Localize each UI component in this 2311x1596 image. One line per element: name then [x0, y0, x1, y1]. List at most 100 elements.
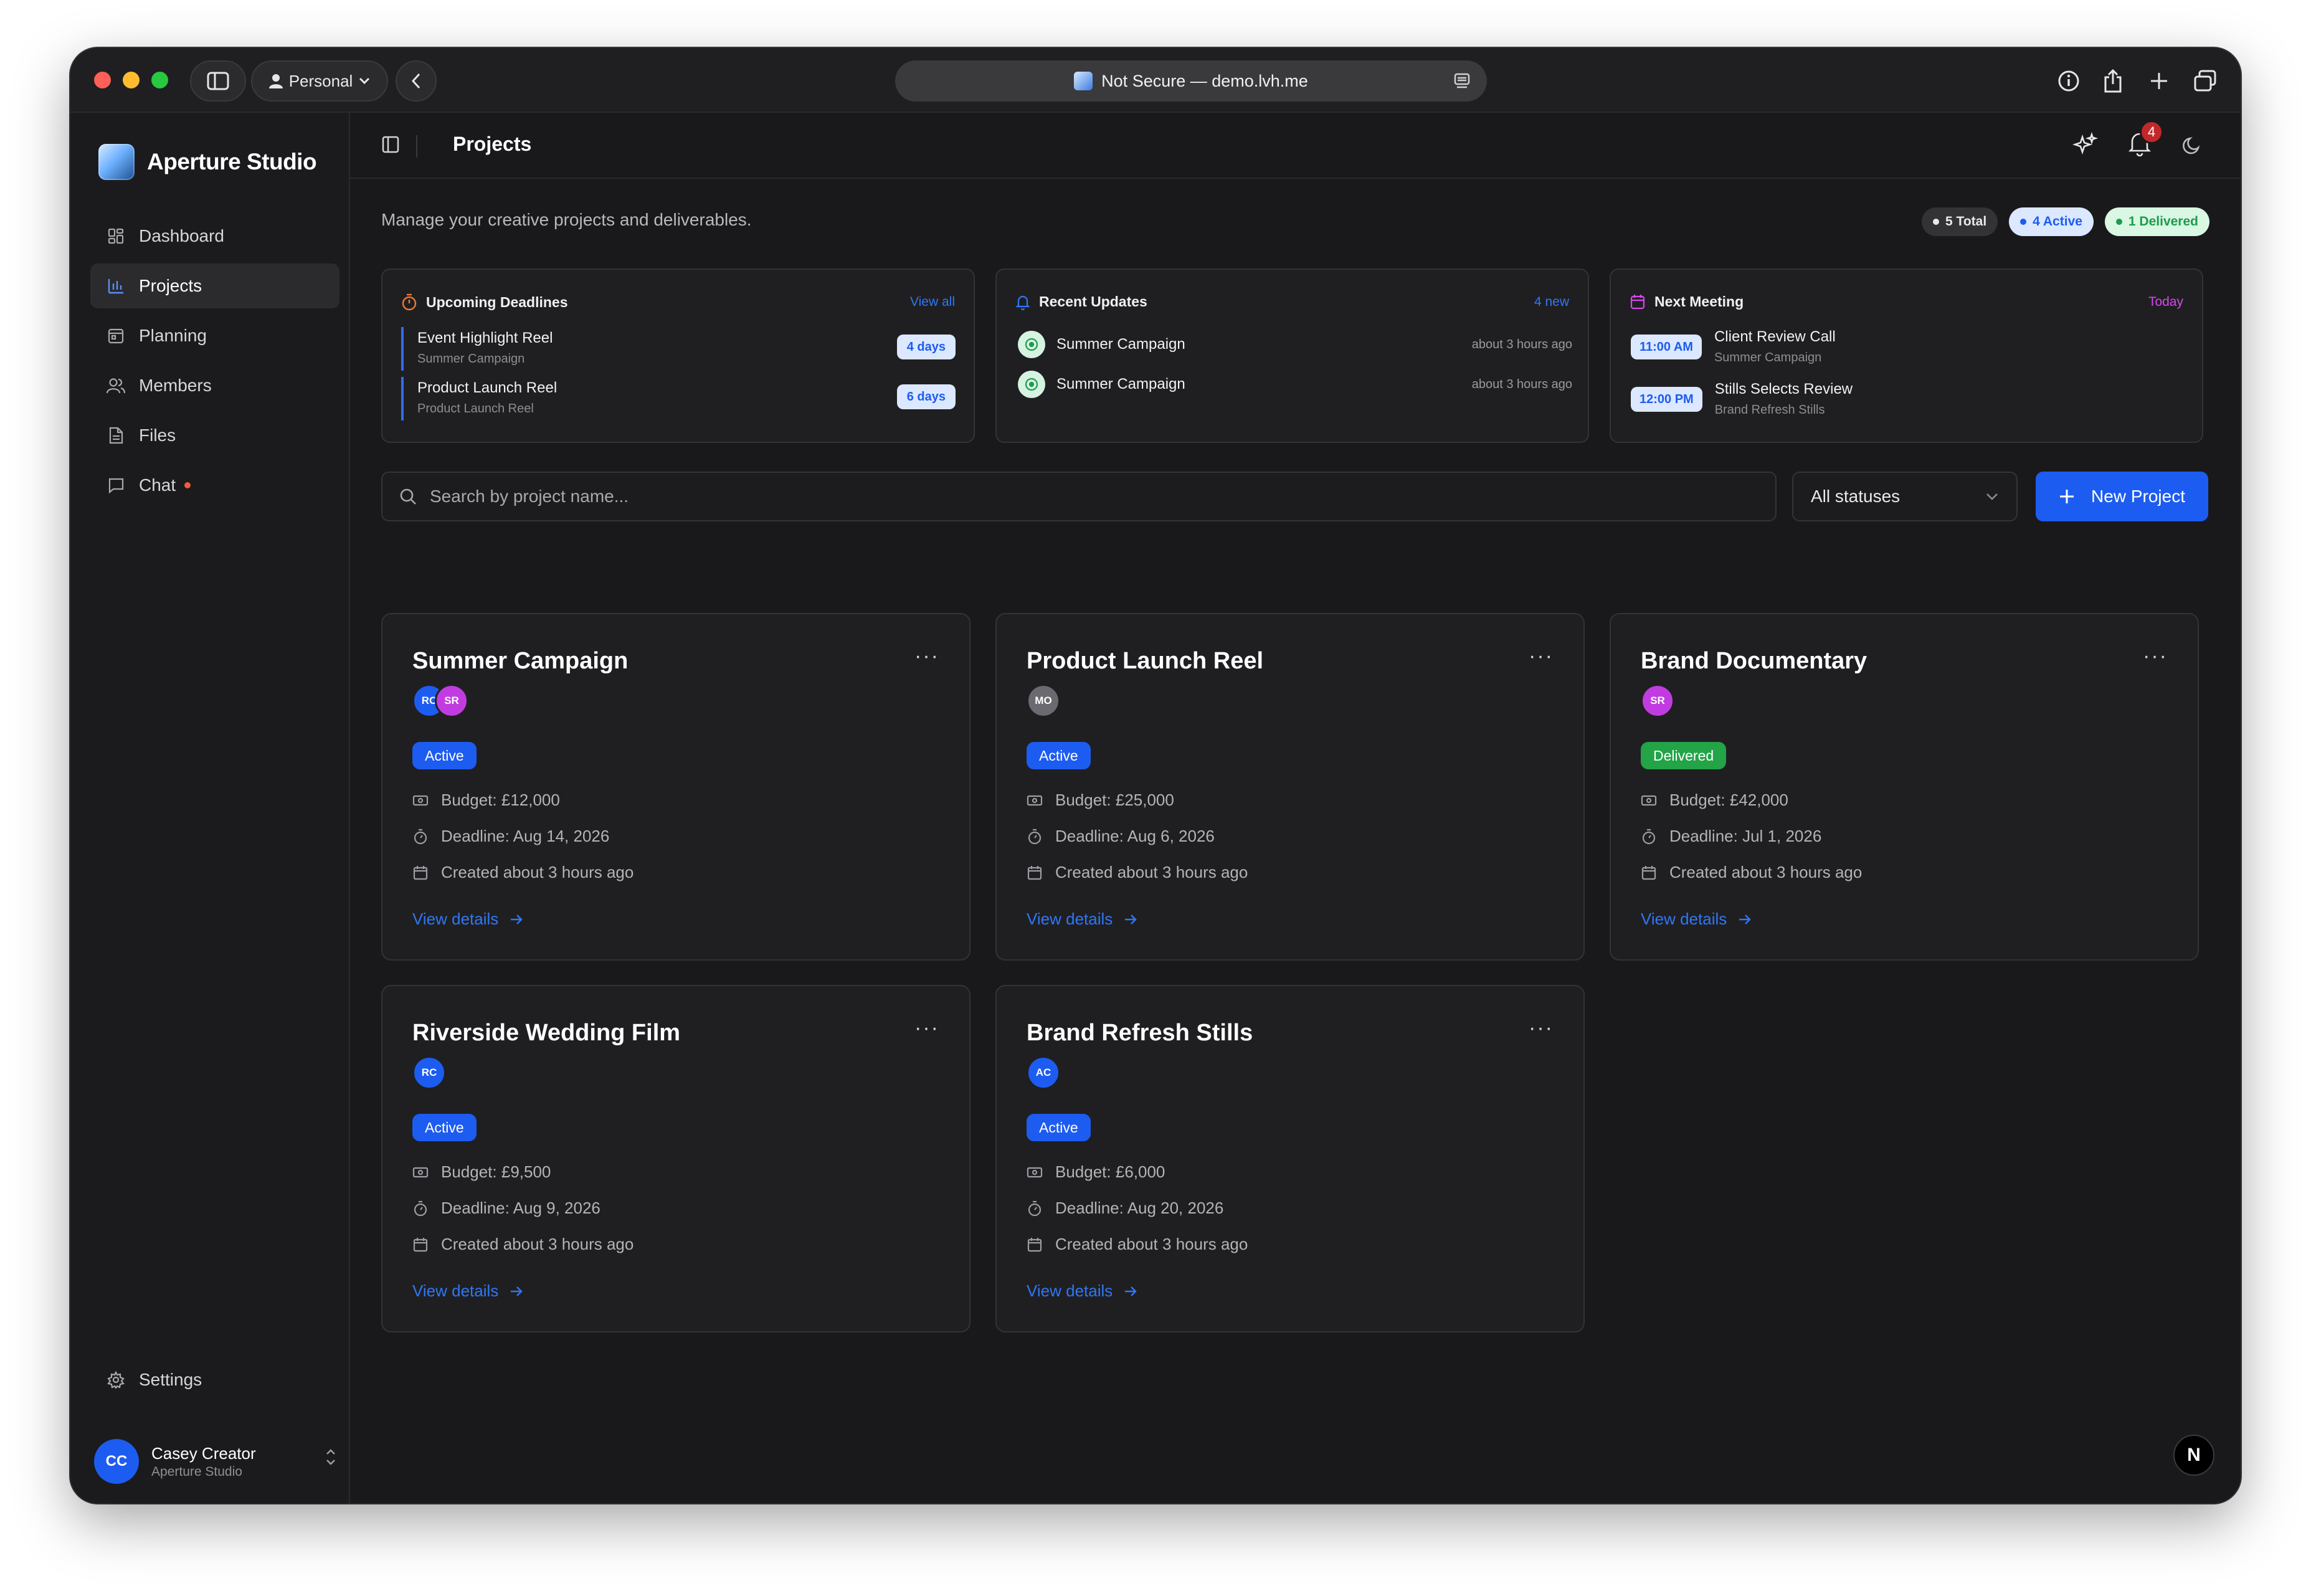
project-card[interactable]: Summer Campaign ··· RC SR Active Budget: … — [381, 613, 970, 961]
sidebar-item-label: Chat — [139, 475, 176, 495]
recent-updates-panel: Recent Updates 4 new Summer Campaign abo… — [995, 268, 1589, 443]
gear-icon — [107, 1370, 125, 1389]
chevron-left-icon — [411, 73, 420, 89]
deadline-item[interactable]: Product Launch Reel Product Launch Reel … — [401, 377, 956, 420]
delivered-label: 1 Delivered — [2128, 214, 2198, 229]
sidebar-toggle-button[interactable] — [190, 60, 246, 102]
person-icon — [268, 74, 283, 88]
minimize-window-button[interactable] — [123, 72, 140, 88]
view-all-link[interactable]: View all — [910, 295, 955, 310]
next-dev-badge[interactable]: N — [2173, 1435, 2214, 1476]
view-details-link[interactable]: View details — [1641, 910, 1752, 929]
avatar[interactable]: RC — [412, 1056, 446, 1090]
avatar[interactable]: SR — [1641, 684, 1674, 718]
sidebar-item-dashboard[interactable]: Dashboard — [90, 214, 339, 259]
more-options-icon[interactable]: ··· — [914, 644, 939, 668]
update-item[interactable]: Summer Campaign about 3 hours ago — [1018, 369, 1572, 400]
timer-icon — [1641, 829, 1657, 845]
view-details-link[interactable]: View details — [412, 910, 523, 929]
moon-icon[interactable] — [2181, 134, 2203, 156]
status-badge: Active — [412, 742, 477, 769]
status-badge: Active — [1027, 1114, 1091, 1141]
aperture-logo-icon — [98, 144, 135, 180]
budget-row: Budget: £9,500 — [412, 1162, 551, 1182]
sidebar-item-planning[interactable]: Planning — [90, 313, 339, 358]
chevron-down-icon — [359, 77, 370, 85]
avatar[interactable]: SR — [435, 684, 468, 718]
brand[interactable]: Aperture Studio — [98, 144, 317, 180]
project-card[interactable]: Brand Refresh Stills ··· AC Active Budge… — [995, 985, 1585, 1332]
deadline-item[interactable]: Event Highlight Reel Summer Campaign 4 d… — [401, 327, 956, 371]
notifications-button[interactable]: 4 — [2127, 120, 2163, 159]
deadline-row: Deadline: Jul 1, 2026 — [1641, 827, 1821, 846]
meeting-item[interactable]: 11:00 AM Client Review Call Summer Campa… — [1631, 327, 2185, 371]
avatar[interactable]: MO — [1027, 684, 1060, 718]
project-card[interactable]: Brand Documentary ··· SR Delivered Budge… — [1610, 613, 2199, 961]
sidebar-item-files[interactable]: Files — [90, 413, 339, 458]
new-tab-icon[interactable] — [2138, 60, 2180, 102]
share-icon[interactable] — [2092, 60, 2133, 102]
active-label: 4 Active — [2033, 214, 2082, 229]
new-updates-link[interactable]: 4 new — [1534, 295, 1569, 310]
user-menu[interactable]: CC Casey Creator Aperture Studio — [94, 1433, 343, 1489]
project-budget: Budget: £42,000 — [1669, 791, 1788, 809]
delivered-badge: 1 Delivered — [2104, 207, 2209, 236]
profile-button[interactable]: Personal — [251, 60, 388, 102]
total-badge: 5 Total — [1922, 207, 1998, 236]
page-subtitle: Manage your creative projects and delive… — [381, 210, 752, 229]
sidebar-item-projects[interactable]: Projects — [90, 264, 339, 308]
tab-overview-icon[interactable] — [2185, 60, 2226, 102]
active-badge: 4 Active — [2009, 207, 2094, 236]
status-filter-select[interactable]: All statuses — [1792, 472, 2018, 521]
sidebar-item-settings[interactable]: Settings — [107, 1370, 202, 1390]
update-time: about 3 hours ago — [1471, 377, 1572, 391]
new-project-button[interactable]: New Project — [2036, 472, 2208, 521]
search-input[interactable]: Search by project name... — [381, 472, 1777, 521]
timer-icon — [1027, 829, 1043, 845]
project-budget: Budget: £6,000 — [1055, 1162, 1165, 1181]
info-icon[interactable] — [2048, 60, 2089, 102]
panel-toggle-icon[interactable] — [381, 135, 400, 154]
address-bar[interactable]: Not Secure — demo.lvh.me — [895, 60, 1487, 102]
zoom-window-button[interactable] — [151, 72, 168, 88]
close-window-button[interactable] — [94, 72, 111, 88]
created-row: Created about 3 hours ago — [412, 1235, 634, 1254]
profile-label: Personal — [288, 71, 353, 90]
update-item[interactable]: Summer Campaign about 3 hours ago — [1018, 329, 1572, 360]
project-budget: Budget: £25,000 — [1055, 791, 1174, 809]
plus-icon — [2060, 490, 2074, 503]
bell-icon — [1015, 295, 1030, 310]
panel-title: Recent Updates — [1039, 293, 1147, 310]
today-link[interactable]: Today — [2148, 295, 2183, 310]
more-options-icon[interactable]: ··· — [1529, 644, 1554, 668]
view-details-link[interactable]: View details — [1027, 1281, 1137, 1301]
project-deadline: Deadline: Aug 9, 2026 — [441, 1199, 600, 1217]
meeting-item[interactable]: 12:00 PM Stills Selects Review Brand Ref… — [1631, 379, 2185, 423]
notification-count-badge: 4 — [2140, 120, 2163, 144]
project-created: Created about 3 hours ago — [441, 863, 634, 881]
view-details-link[interactable]: View details — [412, 1281, 523, 1301]
status-badge: Active — [1027, 742, 1091, 769]
days-badge: 4 days — [896, 335, 956, 359]
view-details-link[interactable]: View details — [1027, 910, 1137, 929]
more-options-icon[interactable]: ··· — [1529, 1016, 1554, 1040]
project-card[interactable]: Product Launch Reel ··· MO Active Budget… — [995, 613, 1585, 961]
sidebar-item-chat[interactable]: Chat — [90, 463, 339, 508]
view-details-label: View details — [1641, 910, 1727, 928]
update-title: Summer Campaign — [1056, 336, 1185, 353]
back-button[interactable] — [396, 60, 437, 102]
banknote-icon — [412, 792, 429, 809]
project-created: Created about 3 hours ago — [1055, 863, 1248, 881]
search-placeholder: Search by project name... — [430, 487, 629, 506]
sidebar-item-members[interactable]: Members — [90, 363, 339, 408]
avatar[interactable]: AC — [1027, 1056, 1060, 1090]
created-row: Created about 3 hours ago — [1641, 863, 1862, 882]
more-options-icon[interactable]: ··· — [914, 1016, 939, 1040]
timer-icon — [412, 1200, 429, 1217]
more-options-icon[interactable]: ··· — [2143, 644, 2168, 668]
timer-icon — [1027, 1200, 1043, 1217]
budget-row: Budget: £42,000 — [1641, 791, 1788, 810]
user-name: Casey Creator — [151, 1443, 256, 1463]
sparkles-icon[interactable] — [2072, 131, 2099, 158]
project-card[interactable]: Riverside Wedding Film ··· RC Active Bud… — [381, 985, 970, 1332]
